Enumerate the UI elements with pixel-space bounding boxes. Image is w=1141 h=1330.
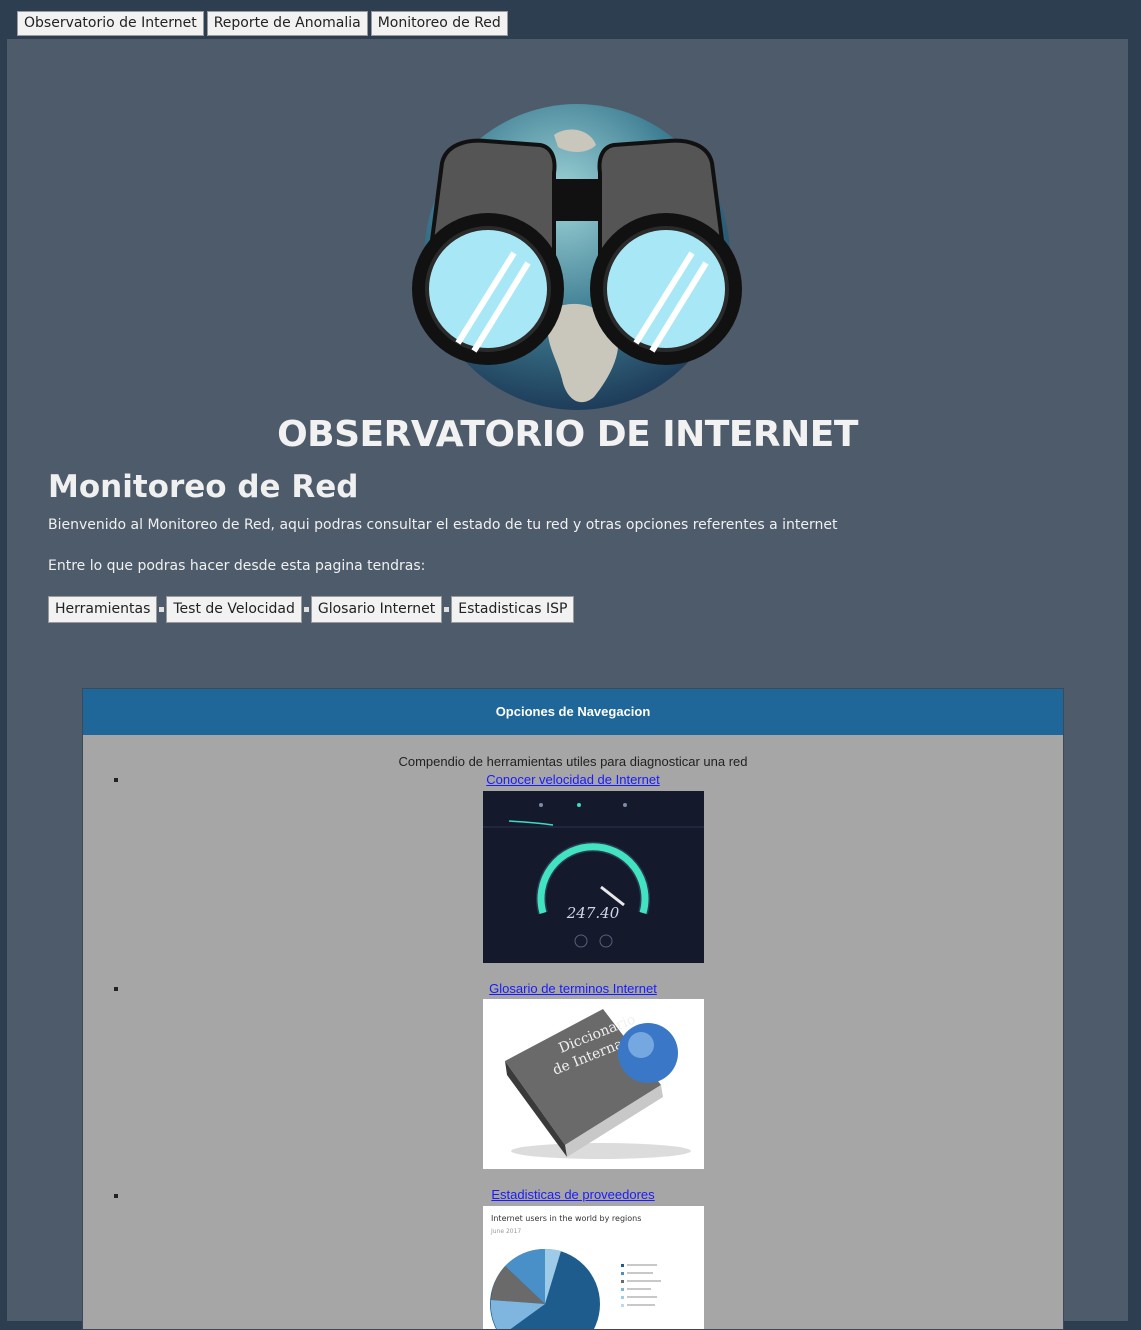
panel-intro: Compendio de herramientas utiles para di… — [398, 754, 748, 769]
page-title: Monitoreo de Red — [48, 469, 359, 505]
chart-title: Internet users in the world by regions — [491, 1214, 641, 1223]
sub-nav: Herramientas Test de Velocidad Glosario … — [48, 596, 575, 623]
pie-chart-image[interactable]: Internet users in the world by regions J… — [483, 1206, 704, 1329]
nav-monitoreo-red-button[interactable]: Monitoreo de Red — [370, 11, 508, 36]
main-content: OBSERVATORIO DE INTERNET Monitoreo de Re… — [7, 39, 1128, 1330]
binoculars-globe-logo — [412, 104, 742, 410]
herramientas-button[interactable]: Herramientas — [48, 596, 158, 623]
dictionary-book-image[interactable]: Diccionario de Internautas — [483, 999, 704, 1169]
separator-dot — [303, 607, 309, 612]
speed-value: 247.40 — [566, 904, 620, 922]
top-nav: Observatorio de Internet Reporte de Anom… — [17, 11, 508, 36]
glosario-internet-button[interactable]: Glosario Internet — [310, 596, 443, 623]
nav-reporte-anomalia-button[interactable]: Reporte de Anomalia — [206, 11, 368, 36]
speedtest-gauge-image[interactable]: 247.40 — [483, 791, 704, 963]
site-title: OBSERVATORIO DE INTERNET — [277, 414, 858, 455]
separator-dot — [444, 607, 450, 612]
lead-text: Entre lo que podras hacer desde esta pag… — [48, 558, 426, 574]
estadisticas-link[interactable]: Estadisticas de proveedores — [83, 1187, 1063, 1202]
intro-text: Bienvenido al Monitoreo de Red, aqui pod… — [48, 517, 838, 533]
estadisticas-isp-button[interactable]: Estadisticas ISP — [451, 596, 575, 623]
panel-header: Opciones de Navegacion — [83, 689, 1063, 735]
separator-dot — [159, 607, 165, 612]
glosario-link[interactable]: Glosario de terminos Internet — [83, 981, 1063, 996]
test-velocidad-button[interactable]: Test de Velocidad — [166, 596, 302, 623]
navigation-panel: Opciones de Navegacion Compendio de herr… — [82, 688, 1064, 1330]
nav-observatorio-button[interactable]: Observatorio de Internet — [17, 11, 204, 36]
speedtest-link[interactable]: Conocer velocidad de Internet — [83, 772, 1063, 787]
chart-subtitle: June 2017 — [490, 1228, 521, 1235]
